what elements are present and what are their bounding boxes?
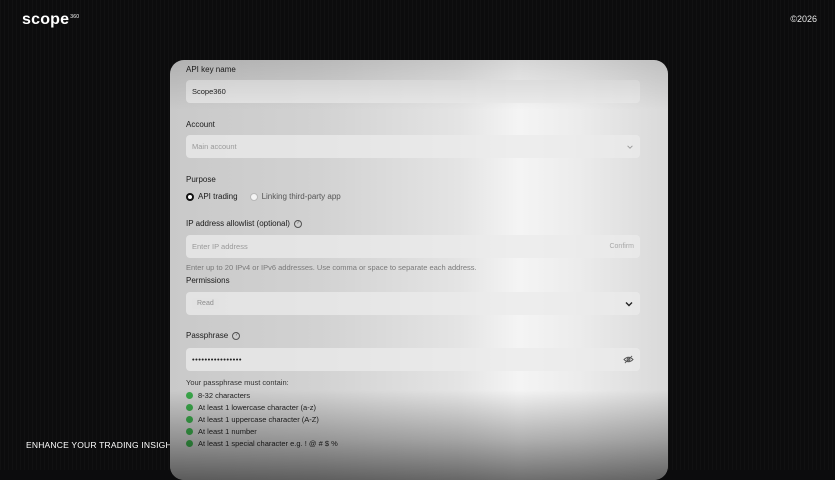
- radio-selected-icon: [186, 192, 194, 201]
- passphrase-input[interactable]: ••••••••••••••••: [186, 348, 640, 371]
- ip-address-placeholder: Enter IP address: [192, 242, 248, 251]
- api-key-name-value: Scope360: [192, 87, 226, 96]
- permissions-select[interactable]: Read: [186, 292, 640, 315]
- purpose-option-api-trading[interactable]: API trading: [186, 192, 238, 201]
- brand-logo[interactable]: scope360: [22, 11, 79, 29]
- check-circle-icon: [186, 416, 193, 423]
- check-circle-icon: [186, 440, 193, 447]
- confirm-ip-button[interactable]: Confirm: [609, 243, 634, 250]
- passphrase-requirements: Your passphrase must contain: 8-32 chara…: [186, 378, 338, 451]
- radio-unselected-icon: [249, 192, 258, 201]
- ip-allowlist-label: IP address allowlist (optional) ?: [186, 219, 302, 228]
- passphrase-label: Passphrase ?: [186, 331, 241, 340]
- requirements-title: Your passphrase must contain:: [186, 378, 289, 387]
- tagline: ENHANCE YOUR TRADING INSIGHTS: [26, 440, 184, 450]
- purpose-label: Purpose: [186, 175, 216, 184]
- passphrase-value: ••••••••••••••••: [192, 355, 243, 364]
- requirement-item: At least 1 lowercase character (a-z): [186, 403, 338, 412]
- requirement-item: 8-32 characters: [186, 391, 338, 400]
- check-circle-icon: [186, 392, 193, 399]
- api-key-name-label: API key name: [186, 65, 236, 74]
- requirement-item: At least 1 number: [186, 427, 338, 436]
- chevron-down-icon: [624, 299, 634, 309]
- purpose-radio-group: API trading Linking third-party app: [186, 192, 341, 201]
- api-key-name-input[interactable]: Scope360: [186, 80, 640, 103]
- check-circle-icon: [186, 428, 193, 435]
- copyright-text: ©2026: [790, 14, 817, 24]
- account-label: Account: [186, 120, 215, 129]
- api-key-form-card: API key name Scope360 Account Main accou…: [170, 60, 668, 480]
- requirement-item: At least 1 special character e.g. ! @ # …: [186, 439, 338, 448]
- check-circle-icon: [186, 404, 193, 411]
- question-circle-icon[interactable]: ?: [293, 219, 302, 228]
- requirement-item: At least 1 uppercase character (A-Z): [186, 415, 338, 424]
- question-circle-icon[interactable]: ?: [232, 331, 241, 340]
- account-placeholder: Main account: [192, 142, 237, 151]
- ip-allowlist-hint: Enter up to 20 IPv4 or IPv6 addresses. U…: [186, 263, 477, 272]
- ip-address-input[interactable]: Enter IP address Confirm: [186, 235, 640, 258]
- purpose-option-third-party[interactable]: Linking third-party app: [249, 192, 341, 201]
- eye-off-icon[interactable]: [623, 355, 634, 364]
- permission-chip-read: Read: [192, 298, 219, 309]
- chevron-down-icon: [626, 143, 634, 151]
- account-select[interactable]: Main account: [186, 135, 640, 158]
- permissions-label: Permissions: [186, 276, 230, 285]
